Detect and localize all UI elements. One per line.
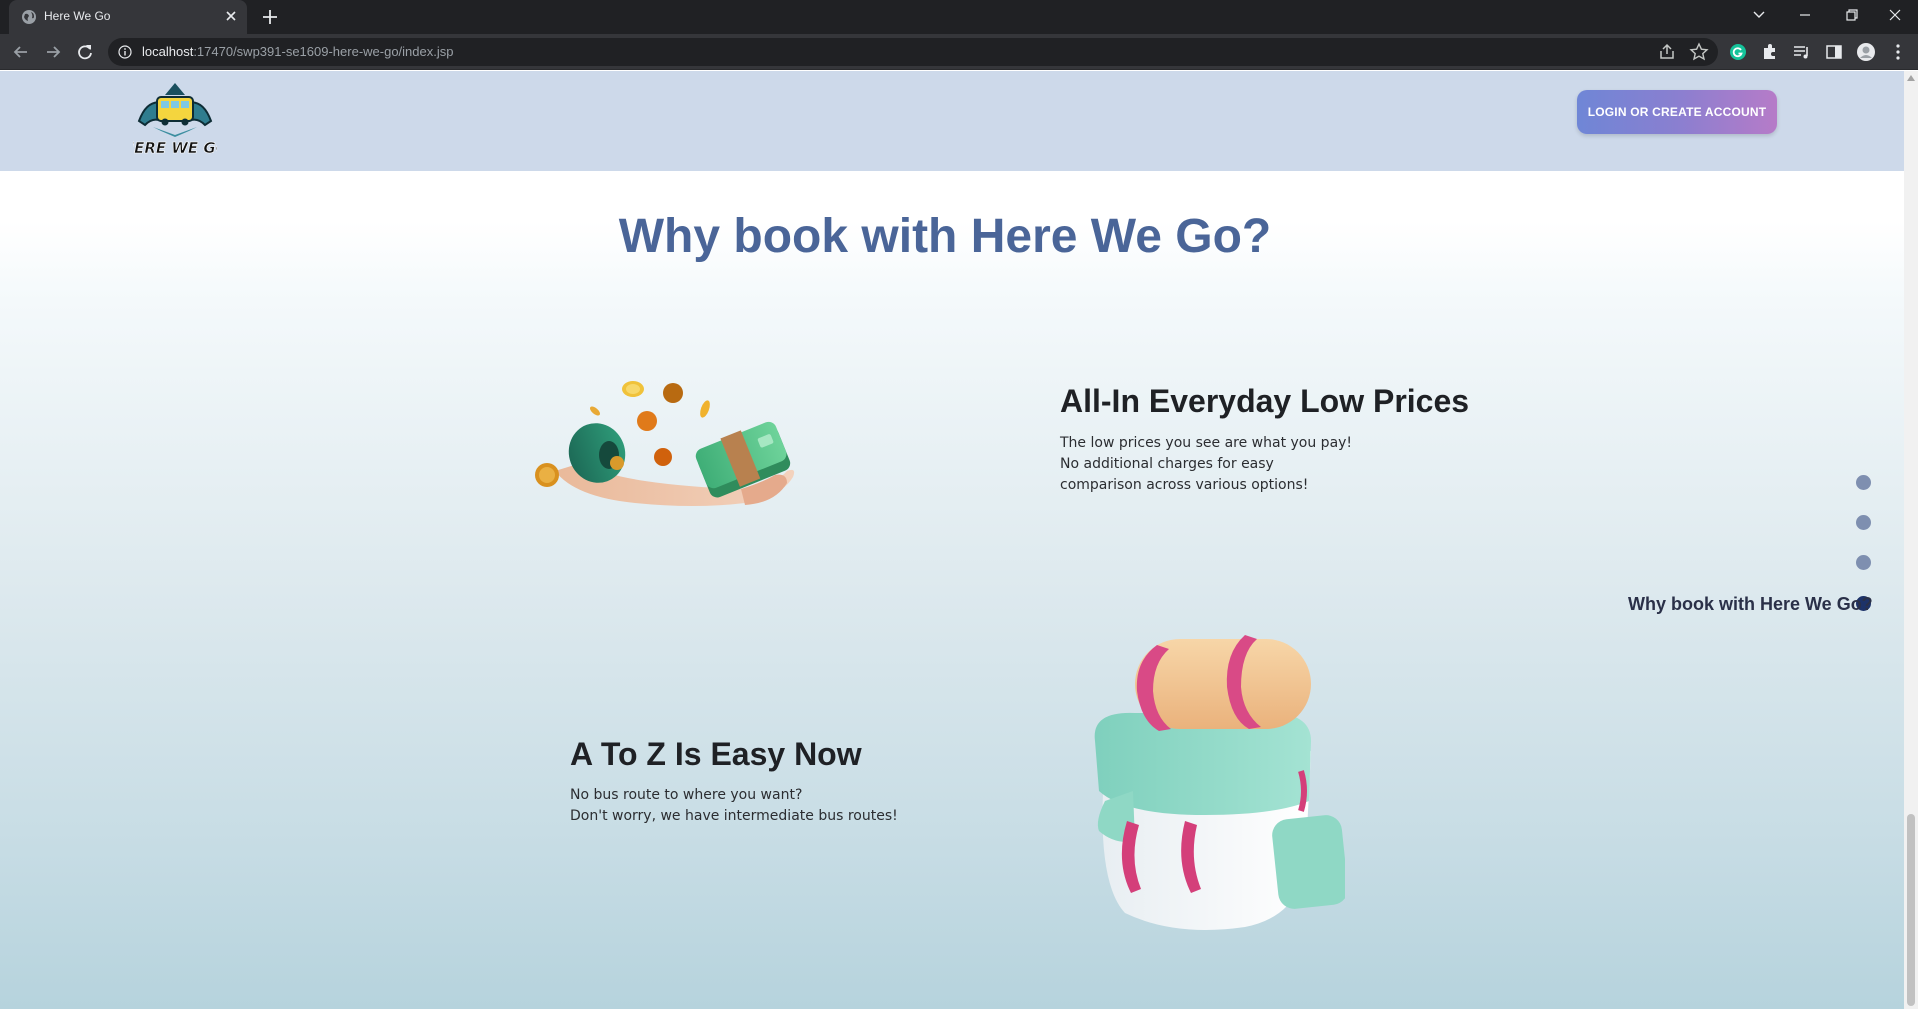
section-dot[interactable] bbox=[1856, 475, 1871, 490]
feature-text-line: comparison across various options! bbox=[1060, 477, 1309, 493]
back-icon[interactable] bbox=[10, 41, 32, 63]
feature-text-line: No additional charges for easy bbox=[1060, 456, 1274, 472]
globe-icon bbox=[22, 10, 36, 24]
restore-icon[interactable] bbox=[1828, 0, 1874, 30]
active-section-label[interactable]: Why book with Here We Go? bbox=[1628, 594, 1873, 615]
bookmark-star-icon[interactable] bbox=[1688, 41, 1710, 63]
scrollbar-thumb[interactable] bbox=[1907, 814, 1915, 1006]
tab-title: Here We Go bbox=[44, 9, 111, 23]
page-scrollbar[interactable] bbox=[1904, 71, 1918, 1009]
money-hand-illustration bbox=[535, 381, 795, 506]
url-host: localhost bbox=[142, 44, 194, 59]
reload-icon[interactable] bbox=[74, 41, 96, 63]
section-title: Why book with Here We Go? bbox=[618, 210, 1272, 263]
forward-icon[interactable] bbox=[42, 41, 64, 63]
tab-search-icon[interactable] bbox=[1736, 0, 1782, 30]
here-we-go-logo[interactable]: HERE WE GO bbox=[133, 81, 217, 157]
login-or-create-account-button[interactable]: LOGIN OR CREATE ACCOUNT bbox=[1577, 90, 1777, 134]
feature-title-low-prices: All-In Everyday Low Prices bbox=[1060, 383, 1470, 419]
section-dot[interactable] bbox=[1856, 555, 1871, 570]
scroll-up-arrow-icon[interactable] bbox=[1907, 75, 1915, 81]
close-window-icon[interactable] bbox=[1872, 0, 1918, 30]
section-dot[interactable] bbox=[1856, 515, 1871, 530]
minimize-icon[interactable] bbox=[1782, 0, 1828, 30]
extensions-puzzle-icon[interactable] bbox=[1759, 41, 1781, 63]
site-header: HERE WE GO LOGIN OR CREATE ACCOUNT bbox=[0, 71, 1904, 171]
feature-text-line: The low prices you see are what you pay! bbox=[1060, 435, 1353, 451]
close-tab-icon[interactable] bbox=[221, 6, 241, 26]
logo-text: HERE WE GO bbox=[133, 139, 217, 157]
media-queue-icon[interactable] bbox=[1791, 41, 1813, 63]
browser-menu-icon[interactable] bbox=[1887, 41, 1909, 63]
new-tab-icon[interactable] bbox=[258, 6, 282, 28]
page-viewport: HERE WE GO LOGIN OR CREATE ACCOUNT Why b… bbox=[0, 71, 1904, 1009]
feature-text-line: No bus route to where you want? bbox=[570, 787, 803, 803]
profile-avatar-icon[interactable] bbox=[1855, 41, 1877, 63]
url-path: :17470/swp391-se1609-here-we-go/index.js… bbox=[193, 44, 454, 59]
side-panel-icon[interactable] bbox=[1823, 41, 1845, 63]
browser-toolbar: localhost:17470/swp391-se1609-here-we-go… bbox=[0, 34, 1918, 70]
backpack-illustration bbox=[1094, 635, 1345, 930]
address-bar[interactable]: localhost:17470/swp391-se1609-here-we-go… bbox=[108, 38, 1718, 66]
feature-text-line: Don't worry, we have intermediate bus ro… bbox=[570, 808, 898, 824]
feature-title-a-to-z: A To Z Is Easy Now bbox=[570, 736, 862, 772]
browser-tab[interactable]: Here We Go bbox=[9, 0, 247, 34]
share-icon[interactable] bbox=[1656, 41, 1678, 63]
site-info-icon[interactable] bbox=[118, 45, 132, 59]
url-text: localhost:17470/swp391-se1609-here-we-go… bbox=[142, 44, 453, 59]
grammarly-icon[interactable] bbox=[1727, 41, 1749, 63]
browser-tab-strip: Here We Go bbox=[0, 0, 1918, 34]
